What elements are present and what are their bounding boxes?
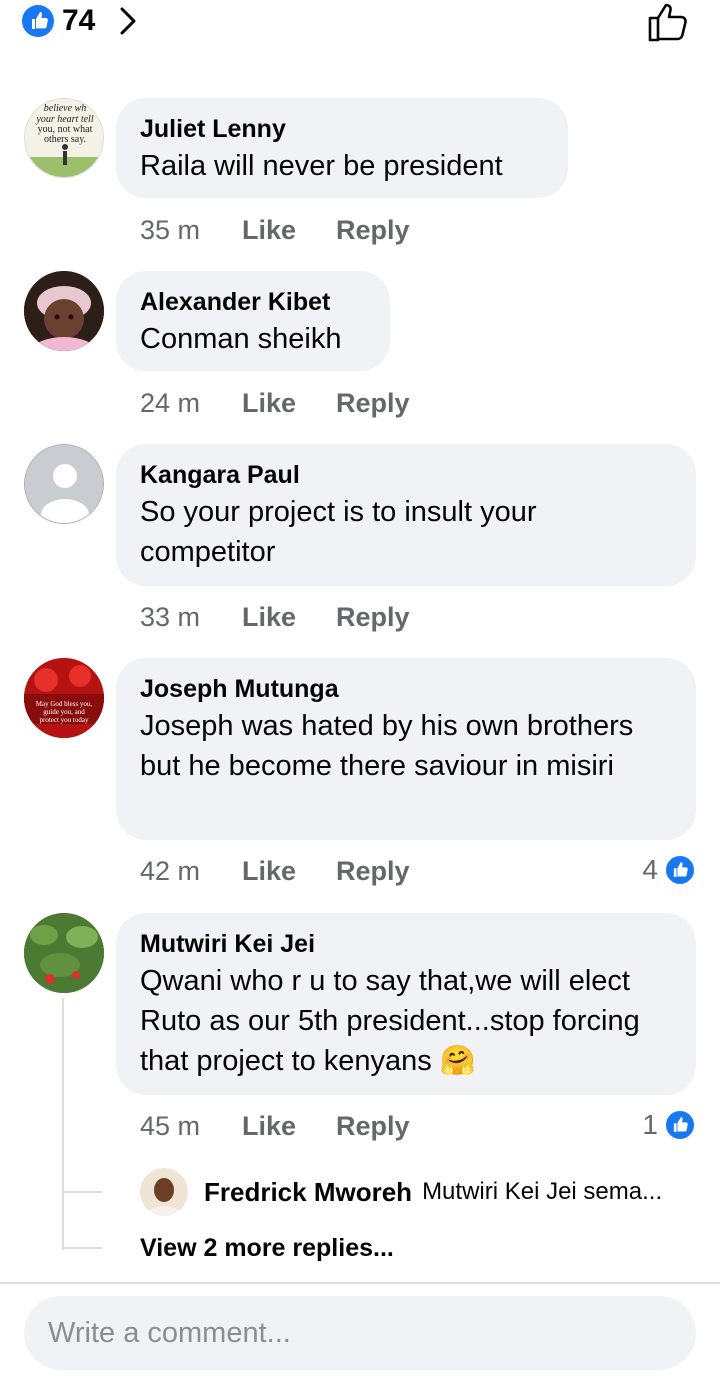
comment-actions: 35 m Like Reply [140,212,450,248]
avatar-quote-line: others say. [44,134,86,145]
avatar[interactable] [140,1168,188,1216]
comment-bubble[interactable]: Mutwiri Kei Jei Qwani who r u to say tha… [116,913,696,1095]
avatar-greeting-line: guide you, and [43,708,85,716]
reaction-count[interactable]: 74 [62,3,95,39]
comment-time: 33 m [140,602,201,632]
comment-reactions[interactable]: 4 [642,852,696,888]
divider [0,1282,720,1284]
reply-button[interactable]: Reply [336,853,410,889]
comment-text-body: Qwani who r u to say that,we will elect … [140,965,640,1077]
comment-text: So your project is to insult your compet… [140,496,537,568]
avatar[interactable] [24,913,104,993]
comment-text: Qwani who r u to say that,we will elect … [140,961,672,1081]
comment-time: 24 m [140,388,201,418]
like-button[interactable]: Like [242,599,296,635]
comment-input[interactable] [48,1316,696,1350]
reply-button[interactable]: Reply [336,385,410,421]
comment-composer[interactable] [24,1296,696,1370]
hugging-face-emoji: 🤗 [439,1045,476,1077]
reply-preview[interactable]: Fredrick Mworeh Mutwiri Kei Jei sema... [140,1168,700,1216]
like-reaction-icon [22,5,54,37]
like-reaction-icon [664,854,696,886]
comment-time: 35 m [140,215,201,245]
comment-actions: 33 m Like Reply [140,599,450,635]
comment-bubble[interactable]: Alexander Kibet Conman sheikh [116,271,390,371]
avatar[interactable] [24,271,104,351]
reply-button[interactable]: Reply [336,1108,410,1144]
thread-connector [62,1191,102,1193]
comment-reactions[interactable]: 1 [642,1107,696,1143]
like-button[interactable]: Like [242,212,296,248]
reaction-count: 1 [642,1109,658,1140]
like-button[interactable]: Like [242,1108,296,1144]
reaction-count: 4 [642,854,658,885]
like-post-icon[interactable] [644,0,692,44]
avatar-greeting-line: May God bless you, [36,700,93,708]
reply-author[interactable]: Fredrick Mworeh [204,1177,412,1208]
reply-snippet: Mutwiri Kei Jei sema... [422,1178,663,1205]
comment-author[interactable]: Kangara Paul [140,460,672,490]
avatar[interactable]: believe wh your heart tell you, not what… [24,98,104,178]
comment-actions: 42 m Like Reply [140,853,450,889]
like-button[interactable]: Like [242,385,296,421]
avatar[interactable]: May God bless you, guide you, and protec… [24,658,104,738]
comment-time: 42 m [140,856,201,886]
comment-bubble[interactable]: Joseph Mutunga Joseph was hated by his o… [116,658,696,840]
avatar-greeting-line: protect you today [40,716,89,724]
reactions-header[interactable]: 74 [0,0,720,50]
like-button[interactable]: Like [242,853,296,889]
thread-connector [62,1247,102,1249]
comment-author[interactable]: Joseph Mutunga [140,674,672,704]
reply-button[interactable]: Reply [336,599,410,635]
comment-author[interactable]: Mutwiri Kei Jei [140,929,672,959]
comment-actions: 45 m Like Reply [140,1108,450,1144]
comment-bubble[interactable]: Kangara Paul So your project is to insul… [116,444,696,586]
comment-author[interactable]: Juliet Lenny [140,114,544,144]
thread-line [62,998,64,1250]
like-reaction-icon [664,1109,696,1141]
avatar-quote-line: believe wh [44,103,86,114]
comment-text: Raila will never be president [140,150,503,182]
comment-text: Conman sheikh [140,323,342,355]
comment-bubble[interactable]: Juliet Lenny Raila will never be preside… [116,98,568,198]
comment-author[interactable]: Alexander Kibet [140,287,366,317]
comment-actions: 24 m Like Reply [140,385,450,421]
comment-time: 45 m [140,1111,201,1141]
reply-button[interactable]: Reply [336,212,410,248]
chevron-right-icon[interactable] [116,3,140,39]
default-avatar-icon[interactable] [24,444,104,524]
view-more-replies-link[interactable]: View 2 more replies... [140,1232,394,1264]
comment-text: Joseph was hated by his own brothers but… [140,710,634,782]
